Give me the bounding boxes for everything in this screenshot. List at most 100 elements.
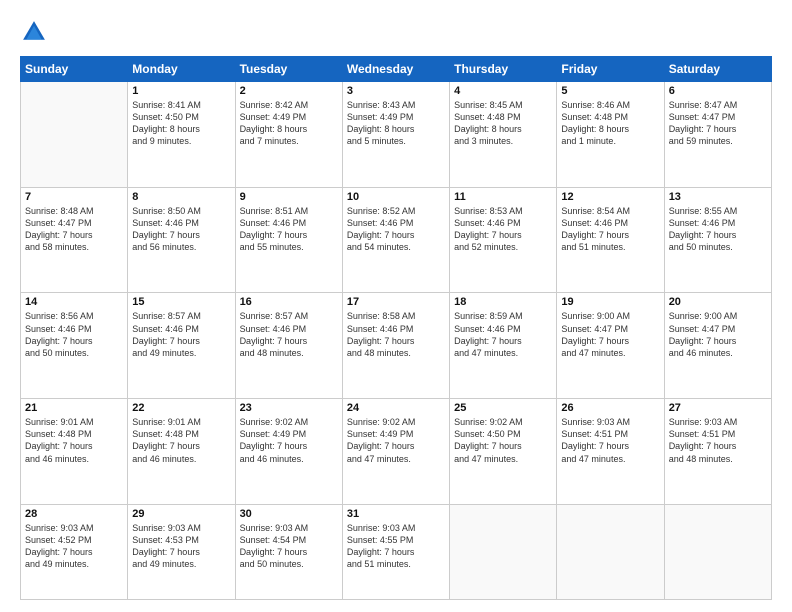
week-row-3: 14Sunrise: 8:56 AM Sunset: 4:46 PM Dayli… <box>21 293 772 399</box>
day-number: 18 <box>454 296 552 308</box>
day-info: Sunrise: 9:03 AM Sunset: 4:53 PM Dayligh… <box>132 522 230 571</box>
day-number: 31 <box>347 508 445 520</box>
calendar-table: SundayMondayTuesdayWednesdayThursdayFrid… <box>20 56 772 600</box>
day-info: Sunrise: 8:47 AM Sunset: 4:47 PM Dayligh… <box>669 99 767 148</box>
calendar-cell: 4 Sunrise: 8:45 AM Sunset: 4:48 PM Daylig… <box>450 82 557 188</box>
day-info: Sunrise: 8:58 AM Sunset: 4:46 PM Dayligh… <box>347 310 445 359</box>
day-number: 13 <box>669 191 767 203</box>
day-info: Sunrise: 8:54 AM Sunset: 4:46 PM Dayligh… <box>561 205 659 254</box>
week-row-1: 1 Sunrise: 8:41 AM Sunset: 4:50 PM Daylig… <box>21 82 772 188</box>
calendar-cell: 1 Sunrise: 8:41 AM Sunset: 4:50 PM Daylig… <box>128 82 235 188</box>
day-number: 7 <box>25 191 123 203</box>
day-number: 6 <box>669 85 767 97</box>
calendar-cell: 9 Sunrise: 8:51 AM Sunset: 4:46 PM Daylig… <box>235 187 342 293</box>
day-number: 24 <box>347 402 445 414</box>
day-number: 3 <box>347 85 445 97</box>
calendar-cell: 22Sunrise: 9:01 AM Sunset: 4:48 PM Dayli… <box>128 399 235 505</box>
calendar-cell: 14Sunrise: 8:56 AM Sunset: 4:46 PM Dayli… <box>21 293 128 399</box>
calendar-cell: 11Sunrise: 8:53 AM Sunset: 4:46 PM Dayli… <box>450 187 557 293</box>
day-number: 21 <box>25 402 123 414</box>
calendar-cell: 7Sunrise: 8:48 AM Sunset: 4:47 PM Daylig… <box>21 187 128 293</box>
day-info: Sunrise: 8:56 AM Sunset: 4:46 PM Dayligh… <box>25 310 123 359</box>
day-number: 17 <box>347 296 445 308</box>
day-number: 16 <box>240 296 338 308</box>
day-info: Sunrise: 9:03 AM Sunset: 4:54 PM Dayligh… <box>240 522 338 571</box>
weekday-header-friday: Friday <box>557 57 664 82</box>
calendar-cell <box>557 504 664 599</box>
calendar-cell: 24Sunrise: 9:02 AM Sunset: 4:49 PM Dayli… <box>342 399 449 505</box>
day-info: Sunrise: 8:46 AM Sunset: 4:48 PM Dayligh… <box>561 99 659 148</box>
day-info: Sunrise: 8:52 AM Sunset: 4:46 PM Dayligh… <box>347 205 445 254</box>
day-info: Sunrise: 8:55 AM Sunset: 4:46 PM Dayligh… <box>669 205 767 254</box>
calendar-cell: 29 Sunrise: 9:03 AM Sunset: 4:53 PM Dayli… <box>128 504 235 599</box>
calendar-cell: 3 Sunrise: 8:43 AM Sunset: 4:49 PM Daylig… <box>342 82 449 188</box>
day-number: 9 <box>240 191 338 203</box>
day-number: 5 <box>561 85 659 97</box>
day-number: 8 <box>132 191 230 203</box>
day-number: 20 <box>669 296 767 308</box>
day-info: Sunrise: 9:03 AM Sunset: 4:52 PM Dayligh… <box>25 522 123 571</box>
weekday-header-tuesday: Tuesday <box>235 57 342 82</box>
calendar-cell: 13 Sunrise: 8:55 AM Sunset: 4:46 PM Dayli… <box>664 187 771 293</box>
day-info: Sunrise: 8:42 AM Sunset: 4:49 PM Dayligh… <box>240 99 338 148</box>
calendar-cell <box>664 504 771 599</box>
day-info: Sunrise: 9:00 AM Sunset: 4:47 PM Dayligh… <box>669 310 767 359</box>
day-number: 1 <box>132 85 230 97</box>
day-number: 26 <box>561 402 659 414</box>
calendar-cell: 28 Sunrise: 9:03 AM Sunset: 4:52 PM Dayli… <box>21 504 128 599</box>
day-info: Sunrise: 9:02 AM Sunset: 4:49 PM Dayligh… <box>240 416 338 465</box>
day-number: 27 <box>669 402 767 414</box>
day-number: 29 <box>132 508 230 520</box>
day-info: Sunrise: 8:57 AM Sunset: 4:46 PM Dayligh… <box>132 310 230 359</box>
calendar-cell: 20 Sunrise: 9:00 AM Sunset: 4:47 PM Dayli… <box>664 293 771 399</box>
calendar-cell: 17 Sunrise: 8:58 AM Sunset: 4:46 PM Dayli… <box>342 293 449 399</box>
day-number: 25 <box>454 402 552 414</box>
weekday-header-sunday: Sunday <box>21 57 128 82</box>
header <box>20 18 772 46</box>
day-number: 28 <box>25 508 123 520</box>
week-row-4: 21 Sunrise: 9:01 AM Sunset: 4:48 PM Dayli… <box>21 399 772 505</box>
day-info: Sunrise: 8:59 AM Sunset: 4:46 PM Dayligh… <box>454 310 552 359</box>
week-row-5: 28 Sunrise: 9:03 AM Sunset: 4:52 PM Dayli… <box>21 504 772 599</box>
weekday-header-saturday: Saturday <box>664 57 771 82</box>
day-info: Sunrise: 8:41 AM Sunset: 4:50 PM Dayligh… <box>132 99 230 148</box>
weekday-header-row: SundayMondayTuesdayWednesdayThursdayFrid… <box>21 57 772 82</box>
calendar-cell: 6 Sunrise: 8:47 AM Sunset: 4:47 PM Daylig… <box>664 82 771 188</box>
logo <box>20 18 52 46</box>
week-row-2: 7Sunrise: 8:48 AM Sunset: 4:47 PM Daylig… <box>21 187 772 293</box>
day-info: Sunrise: 8:57 AM Sunset: 4:46 PM Dayligh… <box>240 310 338 359</box>
day-number: 30 <box>240 508 338 520</box>
day-info: Sunrise: 8:43 AM Sunset: 4:49 PM Dayligh… <box>347 99 445 148</box>
calendar-cell: 5 Sunrise: 8:46 AM Sunset: 4:48 PM Daylig… <box>557 82 664 188</box>
day-info: Sunrise: 8:51 AM Sunset: 4:46 PM Dayligh… <box>240 205 338 254</box>
day-number: 15 <box>132 296 230 308</box>
calendar-cell <box>450 504 557 599</box>
day-number: 2 <box>240 85 338 97</box>
calendar-cell: 10 Sunrise: 8:52 AM Sunset: 4:46 PM Dayli… <box>342 187 449 293</box>
day-info: Sunrise: 9:00 AM Sunset: 4:47 PM Dayligh… <box>561 310 659 359</box>
weekday-header-thursday: Thursday <box>450 57 557 82</box>
logo-icon <box>20 18 48 46</box>
day-info: Sunrise: 8:53 AM Sunset: 4:46 PM Dayligh… <box>454 205 552 254</box>
day-info: Sunrise: 8:45 AM Sunset: 4:48 PM Dayligh… <box>454 99 552 148</box>
calendar-cell: 2 Sunrise: 8:42 AM Sunset: 4:49 PM Daylig… <box>235 82 342 188</box>
day-number: 12 <box>561 191 659 203</box>
calendar-cell: 19 Sunrise: 9:00 AM Sunset: 4:47 PM Dayli… <box>557 293 664 399</box>
weekday-header-wednesday: Wednesday <box>342 57 449 82</box>
day-info: Sunrise: 9:03 AM Sunset: 4:51 PM Dayligh… <box>561 416 659 465</box>
day-number: 23 <box>240 402 338 414</box>
day-info: Sunrise: 9:03 AM Sunset: 4:55 PM Dayligh… <box>347 522 445 571</box>
day-info: Sunrise: 8:50 AM Sunset: 4:46 PM Dayligh… <box>132 205 230 254</box>
day-info: Sunrise: 9:01 AM Sunset: 4:48 PM Dayligh… <box>25 416 123 465</box>
calendar-cell: 31 Sunrise: 9:03 AM Sunset: 4:55 PM Dayli… <box>342 504 449 599</box>
calendar-cell: 18 Sunrise: 8:59 AM Sunset: 4:46 PM Dayli… <box>450 293 557 399</box>
day-number: 19 <box>561 296 659 308</box>
calendar-cell: 27Sunrise: 9:03 AM Sunset: 4:51 PM Dayli… <box>664 399 771 505</box>
calendar-cell <box>21 82 128 188</box>
calendar-cell: 30 Sunrise: 9:03 AM Sunset: 4:54 PM Dayli… <box>235 504 342 599</box>
calendar-cell: 16 Sunrise: 8:57 AM Sunset: 4:46 PM Dayli… <box>235 293 342 399</box>
calendar-cell: 8 Sunrise: 8:50 AM Sunset: 4:46 PM Daylig… <box>128 187 235 293</box>
day-number: 10 <box>347 191 445 203</box>
day-number: 4 <box>454 85 552 97</box>
day-number: 22 <box>132 402 230 414</box>
